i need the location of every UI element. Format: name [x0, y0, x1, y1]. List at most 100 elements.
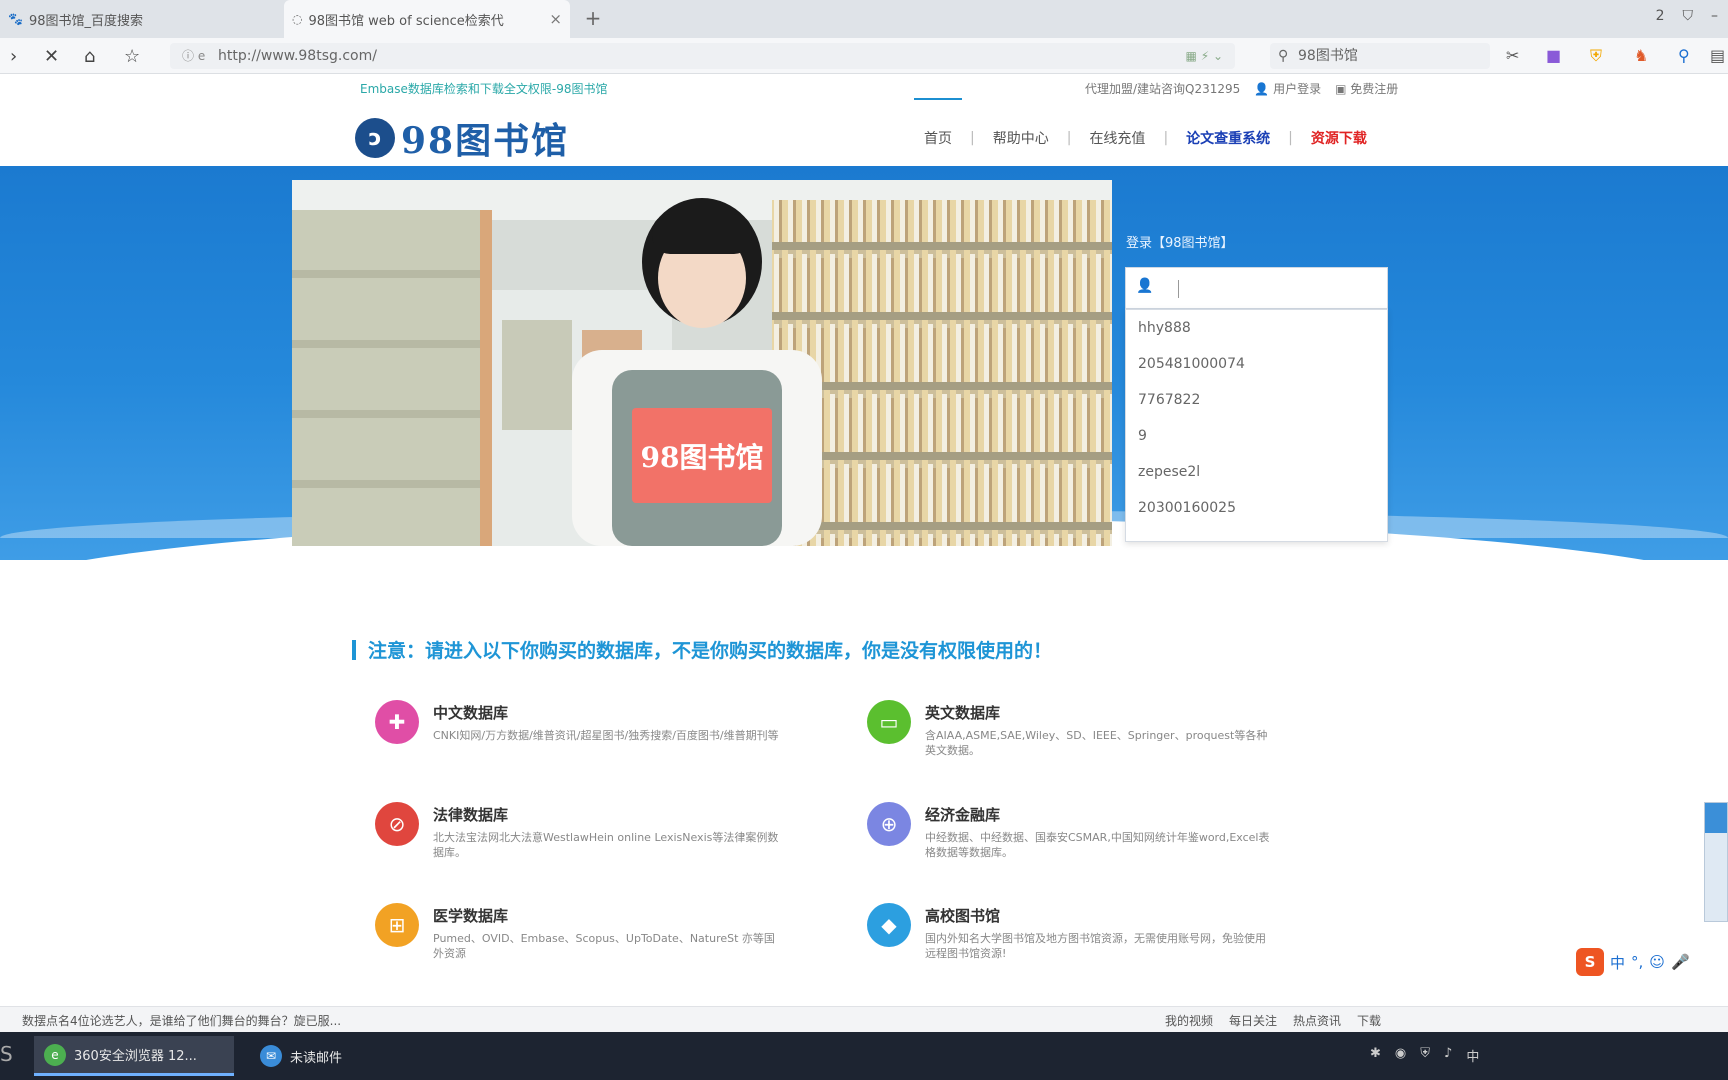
db-desc: CNKI知网/万方数据/维普资讯/超星图书/独秀搜索/百度图书/维普期刊等 [433, 729, 779, 742]
url-bar[interactable]: ⓘ e http://www.98tsg.com/ ▦ ⚡ ⌄ [170, 43, 1235, 69]
contact-text: 代理加盟/建站咨询Q231295 [1085, 82, 1241, 96]
db-title: 高校图书馆 [925, 907, 1001, 925]
db-title: 英文数据库 [925, 704, 1001, 722]
news-ticker[interactable]: 数摆点名4位论选艺人，是谁给了他们舞台的舞台？旋已服... [22, 1012, 341, 1029]
browser-tab-bar: 🐾 98图书馆_百度搜索 ◌ 98图书馆 web of science检索代 ×… [0, 0, 1728, 38]
volume-icon[interactable]: ♪ [1444, 1046, 1452, 1065]
mail-app-icon: ✉ [260, 1045, 282, 1067]
autocomplete-option[interactable]: hhy888 [1126, 310, 1387, 346]
permission-notice: 注意：请进入以下你购买的数据库，不是你购买的数据库，你是没有权限使用的！ [352, 636, 1052, 663]
compat-mode-icon[interactable]: ▦ ⚡ ⌄ [1186, 43, 1223, 69]
security-icon[interactable]: ⛨ [1420, 1046, 1430, 1065]
username-input[interactable]: 👤 [1125, 267, 1388, 309]
taskbar-label: 360安全浏览器 12... [74, 1049, 197, 1064]
os-taskbar: S e 360安全浏览器 12... ✉ 未读邮件 ✱ ◉ ⛨ ♪ 中 [0, 1032, 1728, 1080]
new-tab-button[interactable]: + [580, 6, 606, 32]
browser-status-bar: 数摆点名4位论选艺人，是谁给了他们舞台的舞台？旋已服... 我的视频 每日关注 … [0, 1006, 1728, 1032]
user-icon: 👤 [1136, 278, 1154, 294]
magnifier-icon[interactable]: ⚲ [1678, 46, 1690, 65]
user-icon: 👤 [1254, 82, 1270, 96]
nav-plagiarism-check[interactable]: 论文查重系统 [1182, 128, 1274, 148]
main-nav: 首页 | 帮助中心 | 在线充值 | 论文查重系统 | 资源下载 [914, 98, 1371, 148]
bluetooth-icon[interactable]: ✱ [1370, 1046, 1381, 1065]
page-info-icon[interactable]: ⓘ e [182, 43, 205, 69]
taskbar-mail[interactable]: ✉ 未读邮件 [250, 1036, 430, 1076]
menu-icon[interactable]: ▤ [1710, 46, 1725, 65]
db-desc: 北大法宝法网北大法意WestlawHein online LexisNexis等… [433, 831, 779, 859]
register-icon: ▣ [1335, 82, 1347, 96]
top-notice-link[interactable]: Embase数据库检索和下载全文权限-98图书馆 [360, 80, 607, 97]
autocomplete-option[interactable]: zepese2l [1126, 454, 1387, 490]
register-link[interactable]: ▣ 免费注册 [1335, 80, 1398, 97]
search-text: 98图书馆 [1298, 48, 1358, 64]
notice-bar [352, 639, 356, 660]
scissors-icon[interactable]: ✂ [1506, 46, 1519, 65]
status-tool-daily[interactable]: 每日关注 [1229, 1012, 1277, 1029]
autocomplete-option[interactable]: 7767822 [1126, 382, 1387, 418]
autocomplete-option[interactable]: 205481000074 [1126, 346, 1387, 382]
tab-98tsg[interactable]: ◌ 98图书馆 web of science检索代 × [284, 0, 570, 38]
search-input[interactable]: ⚲ 98图书馆 [1270, 43, 1490, 69]
ime-toolbar[interactable]: S 中 °, ☺ 🎤 [1570, 946, 1696, 978]
db-title: 法律数据库 [433, 806, 509, 824]
extension-icon[interactable]: ■ [1546, 46, 1561, 65]
plus-cross-icon: ✚ [375, 700, 419, 744]
db-desc: 中经数据、中经数据、国泰安CSMAR,中国知网统计年鉴word,Excel表格数… [925, 831, 1270, 859]
emoji-icon: ☺ [1649, 953, 1665, 971]
notice-text: 注意：请进入以下你购买的数据库，不是你购买的数据库，你是没有权限使用的！ [368, 640, 1053, 662]
shield-extension-icon[interactable]: ⛨ [1590, 46, 1602, 66]
logo-text: 98图书馆 [401, 120, 570, 162]
status-tool-video[interactable]: 我的视频 [1165, 1012, 1213, 1029]
close-icon[interactable]: × [549, 10, 562, 28]
star-icon[interactable]: ☆ [124, 46, 140, 67]
game-icon[interactable]: ♞ [1634, 46, 1648, 65]
tab-count-badge[interactable]: 2 [1656, 8, 1665, 24]
mic-icon: 🎤 [1670, 953, 1690, 971]
address-toolbar: › ✕ ⌂ ☆ ⓘ e http://www.98tsg.com/ ▦ ⚡ ⌄ … [0, 38, 1728, 74]
screen-icon: ▭ [867, 700, 911, 744]
db-title: 医学数据库 [433, 907, 509, 925]
search-icon: ⚲ [1278, 48, 1289, 64]
ime-indicator[interactable]: 中 [1466, 1046, 1479, 1065]
home-icon[interactable]: ⌂ [84, 46, 95, 67]
nav-separator: | [1066, 130, 1072, 146]
autocomplete-option[interactable]: 20300160025 [1126, 490, 1387, 526]
text-caret [1178, 280, 1179, 298]
status-tool-download[interactable]: 下载 [1357, 1012, 1381, 1029]
punctuation-icon: °, [1631, 953, 1644, 971]
stop-icon[interactable]: ✕ [44, 46, 59, 67]
nav-home[interactable]: 首页 [914, 98, 962, 148]
logo-mark-icon: ↄ [355, 118, 395, 158]
site-logo[interactable]: ↄ 98图书馆 [355, 112, 569, 164]
shield-icon[interactable]: ⛉ [1683, 8, 1694, 24]
db-title: 中文数据库 [433, 704, 509, 722]
paw-icon: 🐾 [8, 12, 23, 26]
autocomplete-option[interactable]: 9 [1126, 418, 1387, 454]
nav-separator: | [1288, 130, 1293, 146]
grid-icon: ⊞ [375, 903, 419, 947]
side-float-widget[interactable] [1704, 802, 1728, 922]
forward-icon[interactable]: › [10, 46, 17, 67]
tab-label: 98图书馆 web of science检索代 [308, 13, 504, 29]
taskbar-label: 未读邮件 [290, 1050, 343, 1066]
status-tool-hot[interactable]: 热点资讯 [1293, 1012, 1341, 1029]
site-header: Embase数据库检索和下载全文权限-98图书馆 代理加盟/建站咨询Q23129… [0, 74, 1728, 166]
tab-label: 98图书馆_百度搜索 [28, 13, 143, 29]
minimize-icon[interactable]: – [1711, 8, 1718, 24]
sogou-icon: S [1576, 948, 1604, 976]
ime-mode: 中 [1610, 953, 1626, 972]
system-tray: ✱ ◉ ⛨ ♪ 中 [1370, 1046, 1479, 1065]
taskbar-browser[interactable]: e 360安全浏览器 12... [34, 1036, 234, 1076]
nav-separator: | [1163, 130, 1169, 146]
start-icon[interactable]: S [0, 1042, 14, 1066]
nav-help[interactable]: 帮助中心 [989, 128, 1053, 148]
nav-resource-download[interactable]: 资源下载 [1307, 128, 1371, 148]
status-tools: 我的视频 每日关注 热点资讯 下载 [1165, 1012, 1381, 1029]
user-login-link[interactable]: 👤 用户登录 [1254, 80, 1321, 97]
db-title: 经济金融库 [925, 806, 1001, 824]
url-text: http://www.98tsg.com/ [218, 48, 377, 64]
db-desc: 国内外知名大学图书馆及地方图书馆资源，无需使用账号网，免验使用远程图书馆资源! [925, 932, 1266, 960]
network-icon[interactable]: ◉ [1395, 1046, 1406, 1065]
nav-recharge[interactable]: 在线充值 [1085, 128, 1149, 148]
tab-baidu-search[interactable]: 🐾 98图书馆_百度搜索 [0, 0, 282, 38]
